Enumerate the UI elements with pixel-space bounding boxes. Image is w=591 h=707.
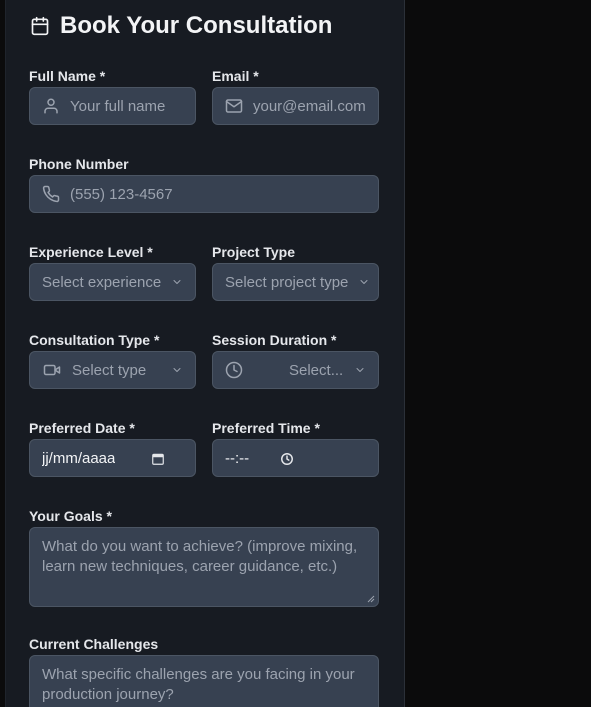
calendar-picker-icon[interactable] [151,452,165,466]
consultation-type-selected-value: Select type [72,361,147,379]
page-title: Book Your Consultation [60,12,333,39]
email-placeholder: your@email.com [253,97,366,115]
goals-textarea[interactable]: What do you want to achieve? (improve mi… [29,527,379,607]
project-type-select[interactable]: Select project type [212,263,379,301]
project-type-label: Project Type [212,244,295,260]
session-duration-label: Session Duration * [212,332,337,348]
chevron-down-icon [356,368,364,372]
experience-label: Experience Level * [29,244,153,260]
preferred-time-value: --:-- [225,449,250,467]
challenges-placeholder: What specific challenges are you facing … [42,666,355,703]
consultation-type-label: Consultation Type * [29,332,160,348]
experience-selected-value: Select experience [42,273,162,291]
time-picker-icon[interactable] [280,452,294,466]
session-duration-select[interactable]: Select... [212,351,379,389]
preferred-time-input[interactable]: --:-- [212,439,379,477]
chevron-down-icon [173,368,181,372]
phone-icon [42,185,60,203]
video-icon [43,364,61,376]
challenges-textarea[interactable]: What specific challenges are you facing … [29,655,379,707]
session-duration-selected-value: Select... [289,361,344,379]
chevron-down-icon [173,280,181,284]
email-input[interactable]: your@email.com [212,87,379,125]
goals-placeholder: What do you want to achieve? (improve mi… [42,538,358,575]
mail-icon [225,99,243,113]
preferred-date-input[interactable]: jj/mm/aaaa [29,439,196,477]
full-name-input[interactable]: Your full name [29,87,196,125]
calendar-icon [31,16,49,36]
user-icon [44,98,58,114]
clock-icon [225,361,243,379]
form-title-row: Book Your Consultation [30,12,332,40]
full-name-label: Full Name * [29,68,106,84]
preferred-time-label: Preferred Time * [212,420,320,436]
phone-placeholder: (555) 123-4567 [70,185,173,203]
email-label: Email * [212,68,259,84]
phone-input[interactable]: (555) 123-4567 [29,175,379,213]
experience-select[interactable]: Select experience [29,263,196,301]
preferred-date-value: jj/mm/aaaa [42,449,116,467]
chevron-down-icon [360,280,368,284]
resize-handle-icon[interactable] [367,595,375,603]
booking-panel: Book Your Consultation Full Name * Your … [5,0,405,707]
project-type-selected-value: Select project type [225,273,349,291]
preferred-date-label: Preferred Date * [29,420,135,436]
full-name-placeholder: Your full name [70,97,166,115]
goals-label: Your Goals * [29,508,112,524]
phone-label: Phone Number [29,156,129,172]
challenges-label: Current Challenges [29,636,159,652]
consultation-type-select[interactable]: Select type [29,351,196,389]
